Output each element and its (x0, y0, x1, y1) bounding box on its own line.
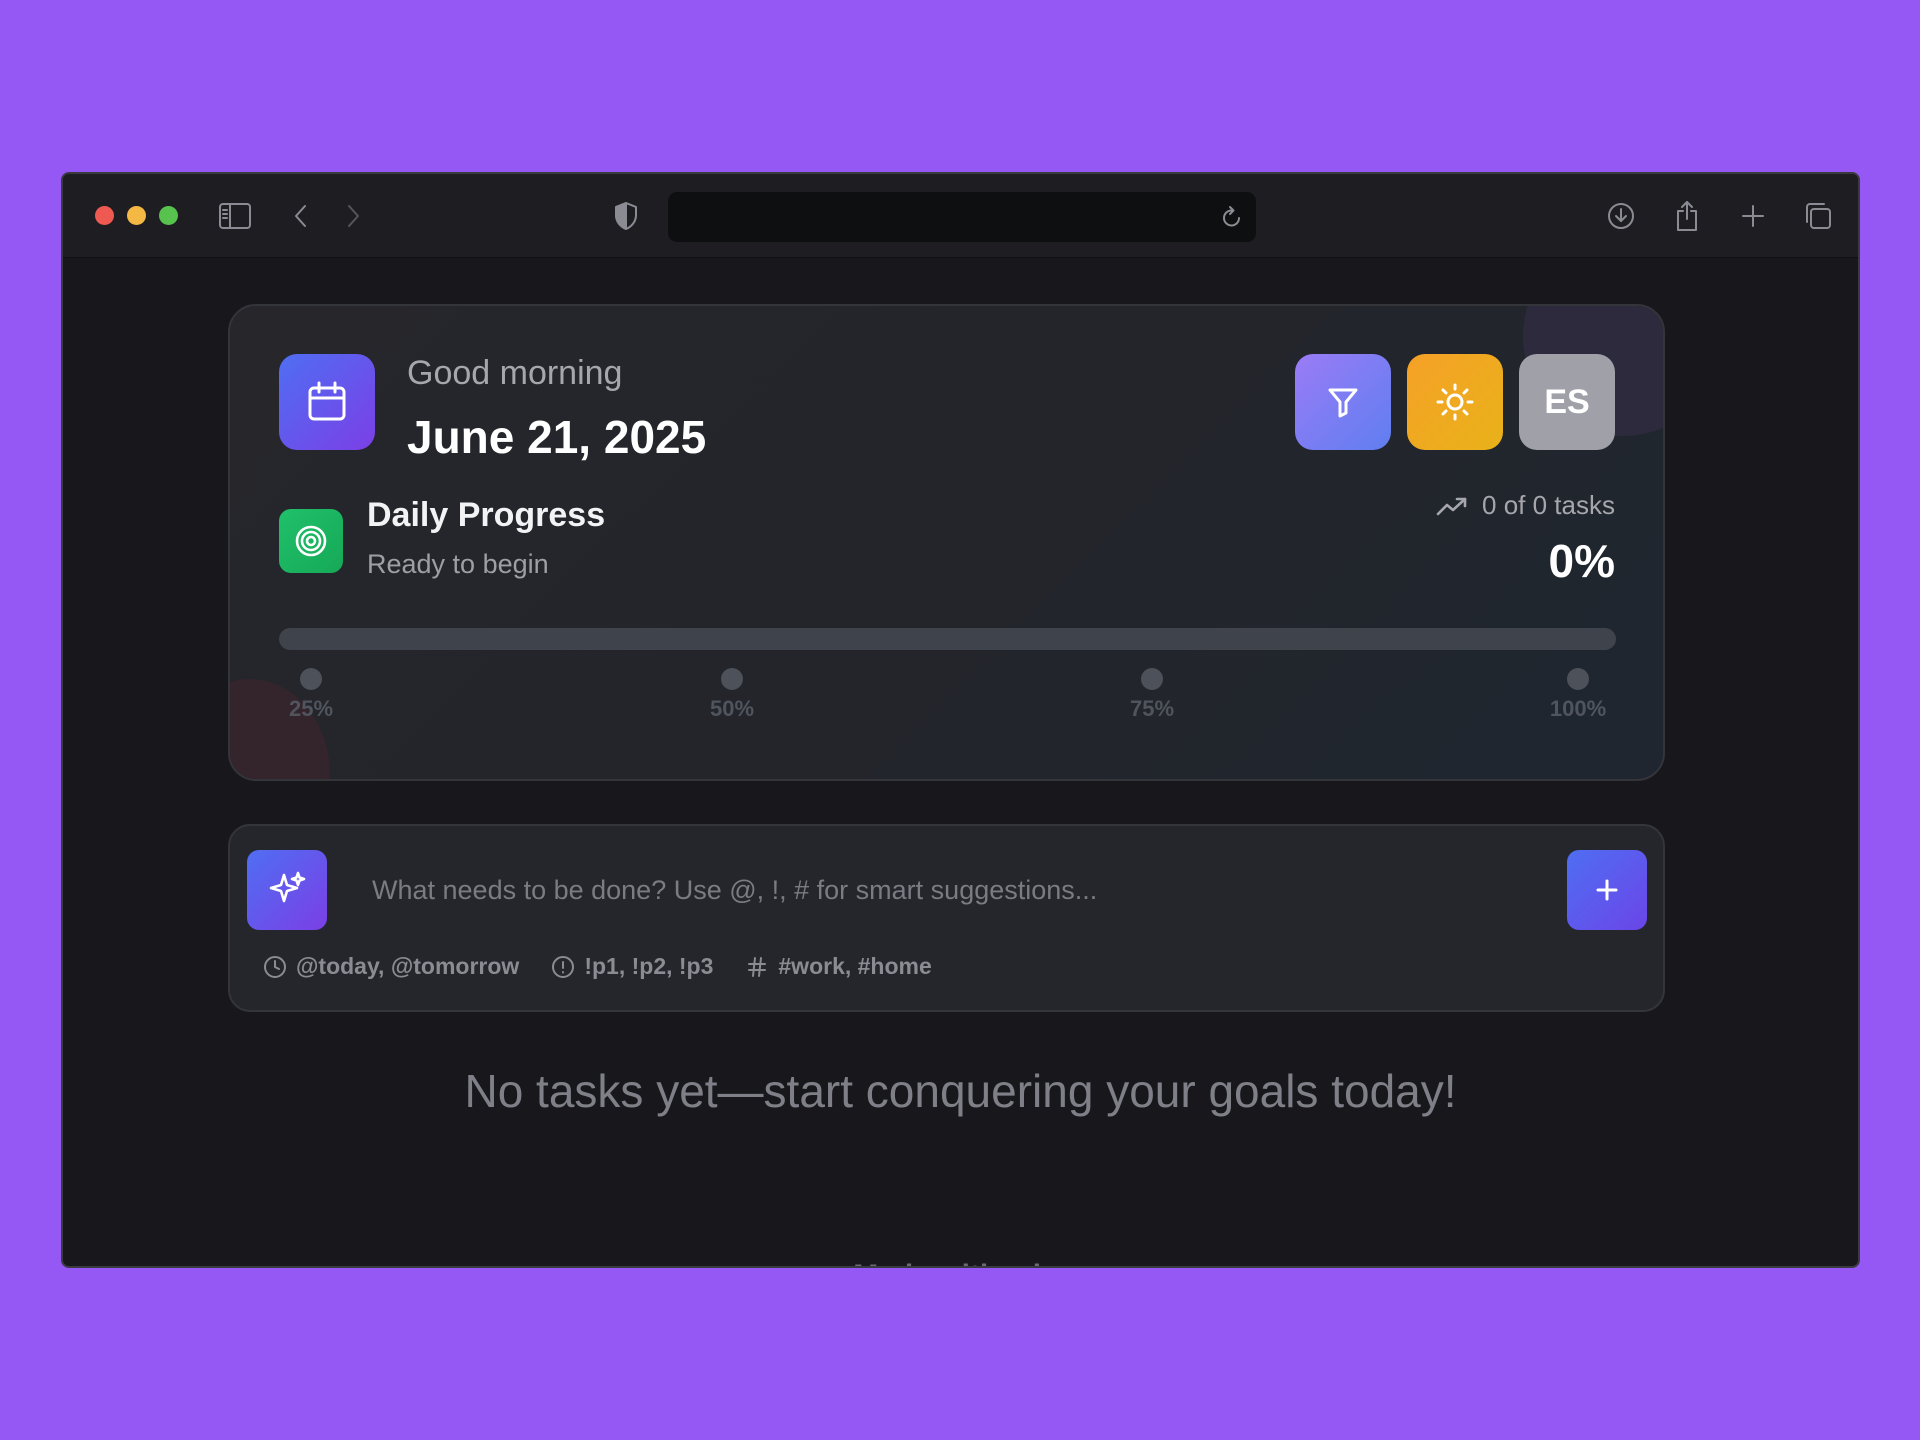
current-date: June 21, 2025 (407, 411, 707, 463)
privacy-shield-icon[interactable] (608, 198, 644, 234)
filter-button[interactable] (1295, 354, 1391, 450)
sparkles-icon (269, 871, 306, 903)
smart-suggestions-button[interactable] (247, 850, 327, 930)
milestone-dot (300, 668, 322, 690)
task-composer: @today, @tomorrow !p1, !p2, !p3 #work, #… (228, 824, 1665, 1012)
priority-hint-text: !p1, !p2, !p3 (584, 953, 714, 979)
tags-hint: #work, #home (745, 953, 932, 980)
user-avatar-button[interactable]: ES (1519, 354, 1615, 450)
sidebar-toggle-icon[interactable] (217, 198, 253, 234)
plus-icon (1596, 879, 1618, 901)
date-hint-text: @today, @tomorrow (296, 953, 520, 979)
milestone-100: 100% (1538, 668, 1618, 722)
milestone-dot (1141, 668, 1163, 690)
tasks-count: 0 of 0 tasks (1436, 490, 1615, 521)
progress-bar (279, 628, 1616, 650)
add-task-button[interactable] (1567, 850, 1647, 930)
summary-card: Good morning June 21, 2025 ES Daily Prog… (228, 304, 1665, 781)
minimize-window-button[interactable] (127, 206, 146, 225)
alert-circle-icon (552, 955, 575, 978)
zoom-window-button[interactable] (159, 206, 178, 225)
milestone-25: 25% (271, 668, 351, 722)
calendar-icon (279, 354, 375, 450)
app-content: Good morning June 21, 2025 ES Daily Prog… (63, 259, 1858, 1266)
milestone-label: 75% (1129, 696, 1175, 721)
share-icon[interactable] (1669, 198, 1705, 234)
milestone-dot (1567, 668, 1589, 690)
tags-hint-text: #work, #home (778, 953, 932, 979)
tab-overview-icon[interactable] (1800, 198, 1836, 234)
reload-icon[interactable] (1214, 199, 1250, 235)
footer-text: Made with (853, 1259, 998, 1266)
milestone-50: 50% (692, 668, 772, 722)
new-tab-icon[interactable] (1735, 198, 1771, 234)
theme-toggle-button[interactable] (1407, 354, 1503, 450)
url-input[interactable] (668, 192, 1188, 242)
tasks-count-text: 0 of 0 tasks (1482, 490, 1615, 520)
milestone-75: 75% (1112, 668, 1192, 722)
downloads-icon[interactable] (1603, 198, 1639, 234)
heart-icon: ♥ (1007, 1259, 1025, 1266)
back-icon[interactable] (283, 198, 319, 234)
milestone-dot (721, 668, 743, 690)
progress-subtitle: Ready to begin (367, 549, 549, 579)
progress-title: Daily Progress (367, 496, 606, 534)
hash-icon (748, 956, 767, 977)
milestone-label: 25% (288, 696, 334, 721)
milestone-label: 50% (709, 696, 755, 721)
clock-icon (264, 955, 286, 978)
milestone-label: 100% (1549, 696, 1607, 721)
footer-text-after: by (1033, 1259, 1068, 1266)
sun-icon (1436, 383, 1474, 421)
priority-hint: !p1, !p2, !p3 (551, 953, 713, 980)
address-bar[interactable] (668, 192, 1256, 242)
syntax-hints: @today, @tomorrow !p1, !p2, !p3 #work, #… (263, 953, 932, 980)
date-hint: @today, @tomorrow (263, 953, 519, 980)
close-window-button[interactable] (95, 206, 114, 225)
progress-percent: 0% (1548, 535, 1615, 587)
browser-window: Good morning June 21, 2025 ES Daily Prog… (61, 172, 1860, 1268)
greeting-text: Good morning (407, 354, 623, 392)
filter-icon (1328, 388, 1358, 418)
trending-up-icon (1436, 497, 1467, 515)
target-icon (279, 509, 343, 573)
browser-toolbar (63, 174, 1858, 258)
empty-state-message: No tasks yet—start conquering your goals… (464, 1065, 1457, 1117)
forward-icon[interactable] (335, 198, 371, 234)
footer: Made with ♥ by (63, 1259, 1858, 1266)
task-input[interactable] (372, 856, 1472, 924)
